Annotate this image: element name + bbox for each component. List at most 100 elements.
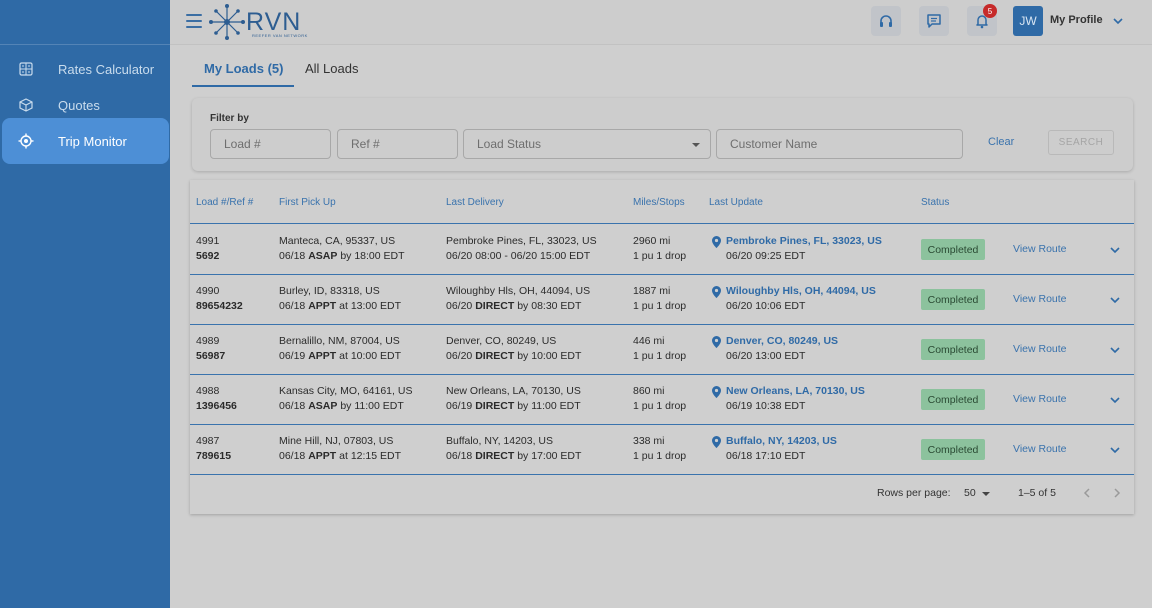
view-route-link[interactable]: View Route xyxy=(1013,343,1067,355)
load-status-select[interactable]: Load Status xyxy=(463,129,711,159)
expand-chevron-icon[interactable] xyxy=(1109,245,1121,255)
last-update-cell: Denver, CO, 80249, US 06/20 13:00 EDT xyxy=(726,335,839,362)
status-badge: Completed xyxy=(921,239,985,260)
logo-wordmark: RVN xyxy=(246,8,302,36)
status-badge: Completed xyxy=(921,389,985,410)
expand-chevron-icon[interactable] xyxy=(1109,395,1121,405)
network-logo-icon xyxy=(209,4,245,40)
clear-button[interactable]: Clear xyxy=(988,136,1014,148)
location-target-icon xyxy=(18,133,34,149)
location-pin-icon xyxy=(712,286,721,298)
rows-per-page-label: Rows per page: xyxy=(877,487,951,499)
location-pin-icon xyxy=(712,236,721,248)
first-pickup-cell: Bernalillo, NM, 87004, US 06/19 APPT at 1… xyxy=(279,335,402,362)
last-update-cell: New Orleans, LA, 70130, US 06/19 10:38 ED… xyxy=(726,385,865,412)
load-ref-cell: 4990 89654232 xyxy=(196,285,243,312)
ref-number-input[interactable]: Ref # xyxy=(337,129,458,159)
load-ref-cell: 4991 5692 xyxy=(196,235,220,262)
status-badge: Completed xyxy=(921,439,985,460)
column-header-miles-stops[interactable]: Miles/Stops xyxy=(633,197,685,208)
miles-stops-cell: 446 mi 1 pu 1 drop xyxy=(633,335,687,362)
expand-chevron-icon[interactable] xyxy=(1109,445,1121,455)
menu-icon[interactable] xyxy=(186,14,202,28)
rows-per-page-select[interactable]: 50 xyxy=(964,487,976,499)
last-update-cell: Wiloughby Hls, OH, 44094, US 06/20 10:06 … xyxy=(726,285,876,312)
load-ref-cell: 4989 56987 xyxy=(196,335,226,362)
load-ref-cell: 4988 1396456 xyxy=(196,385,237,412)
last-update-cell: Buffalo, NY, 14203, US 06/18 17:10 EDT xyxy=(726,435,837,462)
filter-label: Filter by xyxy=(210,113,249,124)
column-header-load-ref[interactable]: Load #/Ref # xyxy=(196,197,253,208)
first-pickup-cell: Burley, ID, 83318, US 06/18 APPT at 13:00… xyxy=(279,285,402,312)
table-row[interactable]: 4991 5692 Manteca, CA, 95337, US 06/18 ASA… xyxy=(190,225,1134,275)
chevron-down-icon[interactable] xyxy=(1112,15,1124,27)
dropdown-arrow-icon[interactable] xyxy=(982,492,990,496)
tab-all-loads[interactable]: All Loads xyxy=(305,50,358,87)
messages-button[interactable] xyxy=(919,6,949,36)
profile-label[interactable]: My Profile xyxy=(1050,14,1103,26)
notification-badge: 5 xyxy=(983,4,997,18)
cube-icon xyxy=(18,97,34,113)
avatar[interactable]: JW xyxy=(1013,6,1043,36)
miles-stops-cell: 2960 mi 1 pu 1 drop xyxy=(633,235,687,262)
support-button[interactable] xyxy=(871,6,901,36)
table-header: Load #/Ref # First Pick Up Last Delivery… xyxy=(190,180,1134,224)
first-pickup-cell: Mine Hill, NJ, 07803, US 06/18 APPT at 12… xyxy=(279,435,402,462)
load-ref-cell: 4987 789615 xyxy=(196,435,232,462)
top-header: RVN REEFER VAN NETWORK 5 JW My Profile xyxy=(170,0,1152,45)
miles-stops-cell: 1887 mi 1 pu 1 drop xyxy=(633,285,687,312)
logo-tagline: REEFER VAN NETWORK xyxy=(252,33,308,38)
sidebar: Rates Calculator Quotes Trip Monitor xyxy=(0,0,170,608)
load-number-input[interactable]: Load # xyxy=(210,129,331,159)
last-delivery-cell: Wiloughby Hls, OH, 44094, US 06/20 DIRECT… xyxy=(446,285,591,312)
column-header-status[interactable]: Status xyxy=(921,197,949,208)
next-page-icon[interactable] xyxy=(1112,487,1122,499)
calculator-icon xyxy=(18,61,34,77)
tab-my-loads[interactable]: My Loads (5) xyxy=(204,50,283,87)
sidebar-item-trip-monitor[interactable]: Trip Monitor xyxy=(2,118,169,164)
location-pin-icon xyxy=(712,386,721,398)
table-row[interactable]: 4989 56987 Bernalillo, NM, 87004, US 06/19… xyxy=(190,325,1134,375)
headset-icon xyxy=(880,15,892,27)
sidebar-item-label: Quotes xyxy=(58,97,100,113)
expand-chevron-icon[interactable] xyxy=(1109,295,1121,305)
active-tab-indicator xyxy=(192,85,294,87)
load-status-placeholder: Load Status xyxy=(477,137,542,151)
last-delivery-cell: Denver, CO, 80249, US 06/20 DIRECT by 10:… xyxy=(446,335,582,362)
table-pagination: Rows per page: 50 1–5 of 5 xyxy=(190,474,1134,514)
customer-name-input[interactable]: Customer Name xyxy=(716,129,963,159)
status-badge: Completed xyxy=(921,339,985,360)
sidebar-item-label: Rates Calculator xyxy=(58,61,155,77)
filter-panel: Filter by Load # Ref # Load Status Custo… xyxy=(192,98,1133,171)
chat-icon xyxy=(927,14,941,28)
first-pickup-cell: Manteca, CA, 95337, US 06/18 ASAP by 18:0… xyxy=(279,235,405,262)
logo[interactable]: RVN REEFER VAN NETWORK xyxy=(208,3,307,41)
expand-chevron-icon[interactable] xyxy=(1109,345,1121,355)
table-row[interactable]: 4987 789615 Mine Hill, NJ, 07803, US 06/18… xyxy=(190,425,1134,475)
notifications-button[interactable]: 5 xyxy=(967,4,997,36)
table-row[interactable]: 4988 1396456 Kansas City, MO, 64161, US 06… xyxy=(190,375,1134,425)
last-update-cell: Pembroke Pines, FL, 33023, US 06/20 09:25… xyxy=(726,235,882,262)
view-route-link[interactable]: View Route xyxy=(1013,393,1067,405)
sidebar-header xyxy=(0,0,170,45)
location-pin-icon xyxy=(712,336,721,348)
view-route-link[interactable]: View Route xyxy=(1013,293,1067,305)
miles-stops-cell: 338 mi 1 pu 1 drop xyxy=(633,435,687,462)
page-range: 1–5 of 5 xyxy=(1018,487,1056,499)
location-pin-icon xyxy=(712,436,721,448)
loads-table: Load #/Ref # First Pick Up Last Delivery… xyxy=(190,180,1134,514)
dropdown-arrow-icon xyxy=(692,143,700,147)
search-button[interactable]: SEARCH xyxy=(1048,130,1114,155)
view-route-link[interactable]: View Route xyxy=(1013,243,1067,255)
status-badge: Completed xyxy=(921,289,985,310)
sidebar-item-label: Trip Monitor xyxy=(58,133,127,149)
column-header-last-delivery[interactable]: Last Delivery xyxy=(446,197,504,208)
table-row[interactable]: 4990 89654232 Burley, ID, 83318, US 06/18 … xyxy=(190,275,1134,325)
miles-stops-cell: 860 mi 1 pu 1 drop xyxy=(633,385,687,412)
last-delivery-cell: Pembroke Pines, FL, 33023, US 06/20 08:00… xyxy=(446,235,597,262)
column-header-last-update[interactable]: Last Update xyxy=(709,197,763,208)
view-route-link[interactable]: View Route xyxy=(1013,443,1067,455)
column-header-first-pickup[interactable]: First Pick Up xyxy=(279,197,336,208)
last-delivery-cell: Buffalo, NY, 14203, US 06/18 DIRECT by 17… xyxy=(446,435,582,462)
previous-page-icon[interactable] xyxy=(1082,487,1092,499)
